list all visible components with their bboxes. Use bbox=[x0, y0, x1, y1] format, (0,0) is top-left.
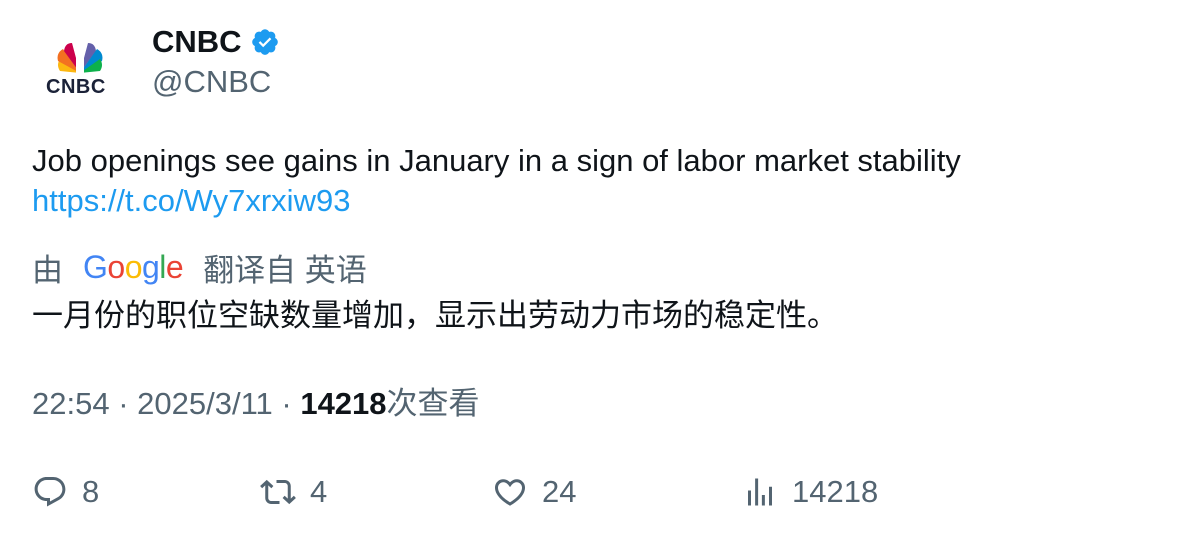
reply-icon bbox=[34, 477, 66, 507]
views-action-count: 14218 bbox=[792, 474, 879, 509]
tweet-date[interactable]: 2025/3/11 bbox=[137, 386, 273, 421]
views-button[interactable]: 14218 bbox=[742, 468, 878, 516]
reply-count: 8 bbox=[82, 474, 100, 509]
tweet-time[interactable]: 22:54 bbox=[32, 386, 110, 421]
analytics-icon bbox=[748, 478, 772, 506]
views-count: 14218 bbox=[300, 386, 387, 421]
reply-button[interactable]: 8 bbox=[32, 468, 99, 516]
action-bar: 8 4 24 14218 bbox=[32, 468, 1162, 516]
views-label: 次查看 bbox=[386, 386, 480, 421]
cnbc-peacock-logo-icon bbox=[57, 43, 103, 73]
avatar-logo-text: CNBC bbox=[46, 76, 106, 98]
tweet-link[interactable]: https://t.co/Wy7xrxiw93 bbox=[32, 181, 1162, 221]
translated-from-label[interactable]: 翻译自 英语 bbox=[203, 245, 367, 290]
google-logo-icon: Google bbox=[83, 248, 184, 285]
like-count: 24 bbox=[542, 474, 577, 509]
retweet-count: 4 bbox=[310, 474, 328, 509]
heart-icon bbox=[494, 479, 526, 506]
retweet-icon bbox=[260, 479, 296, 505]
like-button[interactable]: 24 bbox=[492, 468, 576, 516]
meta-separator: · bbox=[118, 386, 138, 421]
author-name-row: CNBC bbox=[152, 22, 280, 62]
translated-text: 一月份的职位空缺数量增加，显示出劳动力市场的稳定性。 bbox=[32, 298, 838, 334]
tweet-text: Job openings see gains in January in a s… bbox=[32, 143, 961, 178]
tweet-body: Job openings see gains in January in a s… bbox=[32, 141, 1162, 221]
meta-separator: · bbox=[281, 386, 301, 421]
display-name[interactable]: CNBC bbox=[152, 22, 242, 62]
translated-by-label: 由 bbox=[32, 252, 63, 288]
translation-attribution: 由 Google 翻译自 英语 bbox=[32, 246, 367, 288]
tweet-card: CNBC CNBC @CNBC Job openings see gains i… bbox=[0, 0, 1196, 538]
tweet-meta: 22:54 · 2025/3/11 · 14218次查看 bbox=[32, 383, 480, 425]
avatar[interactable]: CNBC bbox=[32, 21, 128, 117]
retweet-button[interactable]: 4 bbox=[260, 468, 327, 516]
author-handle[interactable]: @CNBC bbox=[152, 62, 271, 102]
verified-badge-icon[interactable] bbox=[250, 27, 280, 57]
